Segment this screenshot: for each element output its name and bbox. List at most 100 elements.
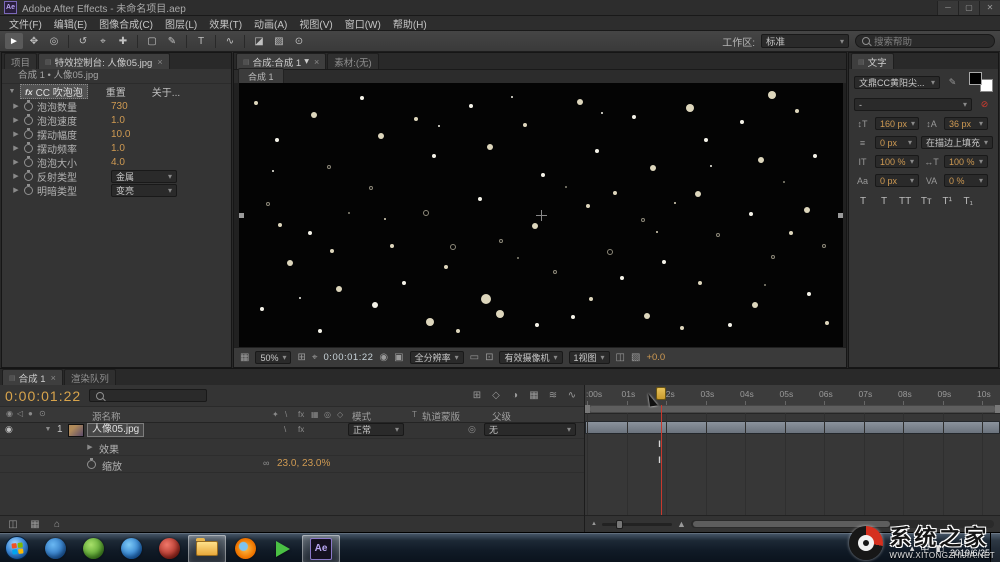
viewer-timecode[interactable]: 0:00:01:22 (324, 352, 374, 363)
chevron-down-icon[interactable]: ▾ (304, 56, 309, 67)
shy-layers-icon[interactable]: ◑ (508, 390, 522, 401)
column-mode[interactable]: 模式 (352, 409, 371, 423)
scale-value[interactable]: 23.0, 23.0% (277, 458, 330, 469)
pixel-aspect-icon[interactable]: ◫ (616, 352, 625, 363)
close-icon[interactable]: × (51, 373, 56, 383)
tracking-dropdown[interactable]: 0 %▾ (944, 174, 988, 187)
comp-handle-right[interactable] (838, 213, 843, 218)
taskbar-media-red[interactable] (150, 535, 188, 562)
layer-duration-bar[interactable] (585, 421, 1000, 434)
zoom-dropdown[interactable]: 50%▾ (255, 351, 291, 364)
layer-quality-icon[interactable]: \ (284, 425, 286, 434)
column-parent[interactable]: 父级 (492, 409, 511, 423)
resolution-dropdown[interactable]: 全分辨率▾ (410, 351, 464, 364)
mini-flowchart-icon[interactable]: ⊞ (470, 390, 484, 401)
twirl-right-icon[interactable]: ▶ (12, 144, 20, 152)
lock-column-icon[interactable]: ⊙ (39, 409, 46, 418)
selection-tool[interactable]: ► (5, 33, 23, 49)
composition-viewer[interactable] (234, 83, 846, 347)
layer-twirl-icon[interactable]: ▼ (44, 426, 52, 433)
effects-group-row[interactable]: ▶ 效果 (0, 439, 584, 456)
stroke-width-dropdown[interactable]: 0 px▾ (875, 136, 917, 149)
work-area-inner[interactable] (590, 406, 995, 412)
twirl-right-icon[interactable]: ▶ (12, 158, 20, 166)
faux-style-button-4[interactable]: T¹ (941, 196, 953, 207)
eraser-tool[interactable]: ▨ (270, 33, 288, 49)
current-time-display[interactable]: 0:00:01:22 (5, 388, 81, 404)
taskbar-qq-blue[interactable] (112, 535, 150, 562)
frame-blend-icon[interactable]: ▦ (527, 390, 541, 401)
track-area[interactable]: II (585, 413, 1000, 515)
motion-blur-switch-icon[interactable]: ◎ (324, 410, 331, 419)
expand-switches-icon[interactable]: ◫ (6, 519, 20, 530)
zoom-slider-thumb[interactable] (616, 520, 623, 529)
stopwatch-icon[interactable] (24, 102, 33, 111)
workspace-dropdown[interactable]: 标准▾ (761, 34, 849, 48)
menu-item-3[interactable]: 图层(L) (159, 16, 203, 31)
parent-pickwhip-icon[interactable]: ◎ (468, 424, 476, 435)
work-area-end-handle[interactable] (995, 405, 1000, 413)
grid-options-icon[interactable]: ⊞ (297, 352, 305, 363)
menu-item-1[interactable]: 编辑(E) (48, 16, 93, 31)
view-layout-dropdown[interactable]: 1视图▾ (569, 351, 610, 364)
no-color-icon[interactable]: ⊘ (976, 99, 993, 110)
tab-composition[interactable]: ▤ 合成:合成 1 ▾ × (236, 53, 326, 69)
type-tool[interactable]: T (192, 33, 210, 49)
quality-switch-icon[interactable]: ✦ (272, 410, 279, 419)
effects-group-label[interactable]: 效果 (99, 441, 119, 456)
faux-style-button-1[interactable]: T (878, 196, 890, 207)
graph-editor-icon[interactable]: ∿ (565, 390, 579, 401)
twirl-right-icon[interactable]: ▶ (12, 172, 20, 180)
stopwatch-icon[interactable] (87, 460, 96, 469)
camera-dropdown[interactable]: 有效摄像机▾ (499, 351, 562, 364)
help-search-input[interactable]: 搜索帮助 (855, 34, 995, 48)
menu-item-0[interactable]: 文件(F) (3, 16, 48, 31)
zoom-out-icon[interactable]: ▲ (591, 521, 597, 527)
brush-tool[interactable]: ∿ (221, 33, 239, 49)
show-snapshot-icon[interactable]: ▣ (394, 352, 403, 363)
stopwatch-icon[interactable] (24, 116, 33, 125)
zoom-tool[interactable]: ◎ (45, 33, 63, 49)
twirl-right-icon[interactable]: ▶ (12, 102, 20, 110)
playhead[interactable] (661, 395, 662, 515)
expand-inout-icon[interactable]: ⌂ (50, 519, 64, 530)
stopwatch-icon[interactable] (24, 172, 33, 181)
timeline-zoom-slider[interactable] (602, 523, 672, 526)
region-of-interest-icon[interactable]: ▭ (470, 352, 479, 363)
comp-mini-tab[interactable]: 合成 1 (238, 68, 284, 84)
pen-tool[interactable]: ✎ (163, 33, 181, 49)
param-value[interactable]: 1.0 (111, 143, 125, 154)
taskbar-green-player[interactable] (264, 535, 302, 562)
transparency-toggle-icon[interactable]: ⊡ (485, 352, 493, 363)
mask-visibility-icon[interactable]: ⌖ (312, 352, 318, 363)
twirl-right-icon[interactable]: ▶ (12, 186, 20, 194)
parent-dropdown[interactable]: 无▾ (484, 423, 576, 436)
puppet-pin-tool[interactable]: ⊙ (290, 33, 308, 49)
minimize-button[interactable]: ─ (937, 1, 958, 15)
stopwatch-icon[interactable] (24, 158, 33, 167)
tab-footage[interactable]: 素材:(无) (327, 53, 378, 69)
layer-name[interactable]: 人像05.jpg (87, 423, 144, 437)
twirl-right-icon[interactable]: ▶ (12, 130, 20, 138)
param-value[interactable]: 4.0 (111, 157, 125, 168)
unified-camera-tool[interactable]: ⌖ (94, 33, 112, 49)
taskbar-after-effects[interactable]: Ae (302, 535, 340, 562)
tab-render-queue[interactable]: 渲染队列 (64, 369, 116, 385)
visibility-eye-icon[interactable]: ◉ (5, 424, 13, 435)
param-value[interactable]: 1.0 (111, 115, 125, 126)
taskbar-windows-explorer[interactable] (188, 535, 226, 562)
maximize-button[interactable]: ▢ (958, 1, 979, 15)
param-value[interactable]: 10.0 (111, 129, 130, 140)
layer-effects-icon[interactable]: fx (298, 425, 304, 434)
param-value[interactable]: 730 (111, 101, 128, 112)
faux-style-button-3[interactable]: Tᴛ (920, 196, 932, 207)
3d-switch-icon[interactable]: ◇ (337, 410, 343, 419)
tab-timeline-comp[interactable]: ▤ 合成 1 × (2, 369, 63, 385)
menu-item-6[interactable]: 视图(V) (293, 16, 338, 31)
stopwatch-icon[interactable] (24, 144, 33, 153)
clone-stamp-tool[interactable]: ◪ (250, 33, 268, 49)
time-ruler[interactable]: :00s01s02s03s04s05s06s07s08s09s10s (585, 385, 1000, 406)
param-dropdown[interactable]: 变亮▾ (111, 184, 177, 197)
taskbar-safety-green[interactable] (74, 535, 112, 562)
menu-item-7[interactable]: 窗口(W) (339, 16, 387, 31)
